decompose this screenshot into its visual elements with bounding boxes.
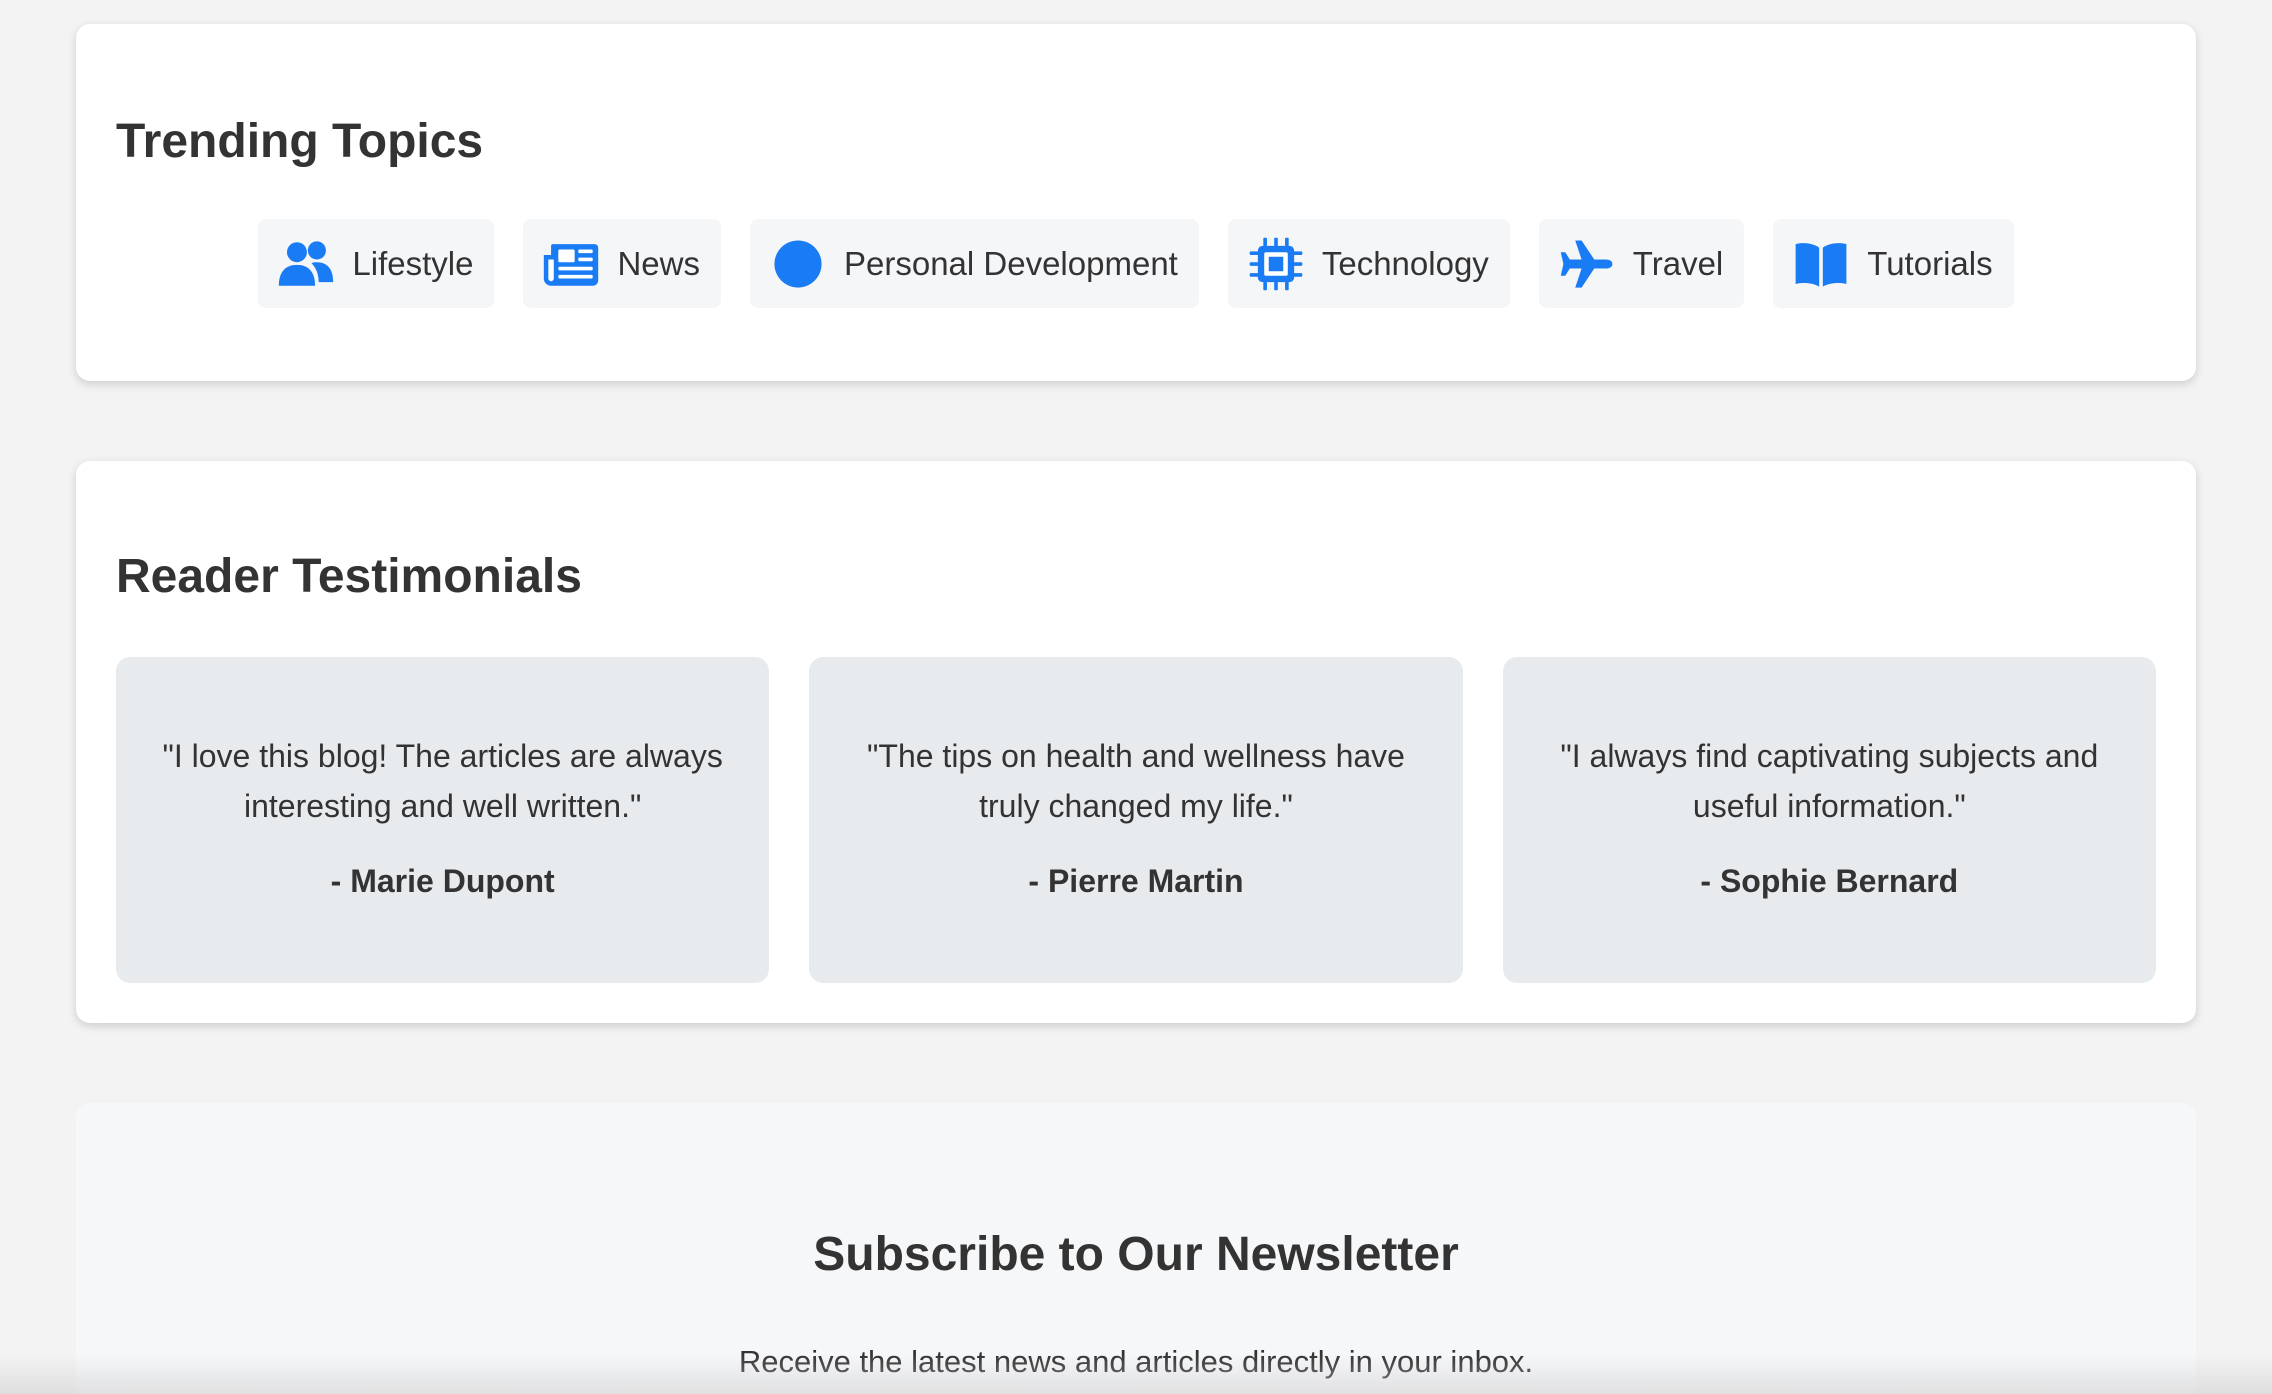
users-icon (277, 235, 335, 293)
page: Trending Topics Lifestyle News Personal … (0, 0, 2272, 1394)
testimonial-author: - Pierre Martin (1028, 863, 1244, 899)
newsletter-description: Receive the latest news and articles dir… (738, 1344, 1534, 1379)
circle-icon (769, 235, 827, 293)
testimonial-card: "The tips on health and wellness have tr… (809, 657, 1463, 983)
testimonial-author: - Marie Dupont (330, 863, 555, 899)
testimonial-quote: "I always find captivating subjects and … (1560, 738, 2099, 824)
newsletter-title: Subscribe to Our Newsletter (813, 1228, 1459, 1281)
trending-topics-title: Trending Topics (116, 115, 484, 168)
topic-label: Technology (1321, 244, 1489, 282)
testimonial-card: "I always find captivating subjects and … (1502, 657, 2156, 983)
topic-tutorials[interactable]: Tutorials (1773, 219, 2014, 308)
microchip-icon (1247, 235, 1305, 293)
topic-travel[interactable]: Travel (1538, 219, 1745, 308)
topic-label: News (617, 244, 700, 282)
book-open-icon (1792, 235, 1850, 293)
topic-news[interactable]: News (523, 219, 721, 308)
trending-topics-section: Trending Topics Lifestyle News Personal … (76, 24, 2196, 381)
testimonial-card: "I love this blog! The articles are alwa… (116, 657, 770, 983)
testimonial-author: - Sophie Bernard (1700, 863, 1959, 899)
topic-lifestyle[interactable]: Lifestyle (258, 219, 495, 308)
topic-label: Travel (1632, 244, 1724, 282)
testimonial-quote: "The tips on health and wellness have tr… (867, 738, 1405, 824)
newsletter-section: Subscribe to Our Newsletter Receive the … (76, 1103, 2196, 1394)
testimonial-quote: "I love this blog! The articles are alwa… (162, 738, 723, 824)
topic-label: Lifestyle (352, 244, 474, 282)
reader-testimonials-section: Reader Testimonials "I love this blog! T… (76, 461, 2196, 1023)
newspaper-icon (542, 235, 600, 293)
topic-list: Lifestyle News Personal Development Tech… (76, 219, 2196, 308)
topic-label: Personal Development (843, 244, 1178, 282)
testimonial-list: "I love this blog! The articles are alwa… (116, 657, 2156, 983)
topic-technology[interactable]: Technology (1227, 219, 1510, 308)
plane-icon (1558, 235, 1616, 293)
reader-testimonials-title: Reader Testimonials (116, 550, 582, 603)
topic-personal-development[interactable]: Personal Development (749, 219, 1199, 308)
topic-label: Tutorials (1867, 244, 1993, 282)
